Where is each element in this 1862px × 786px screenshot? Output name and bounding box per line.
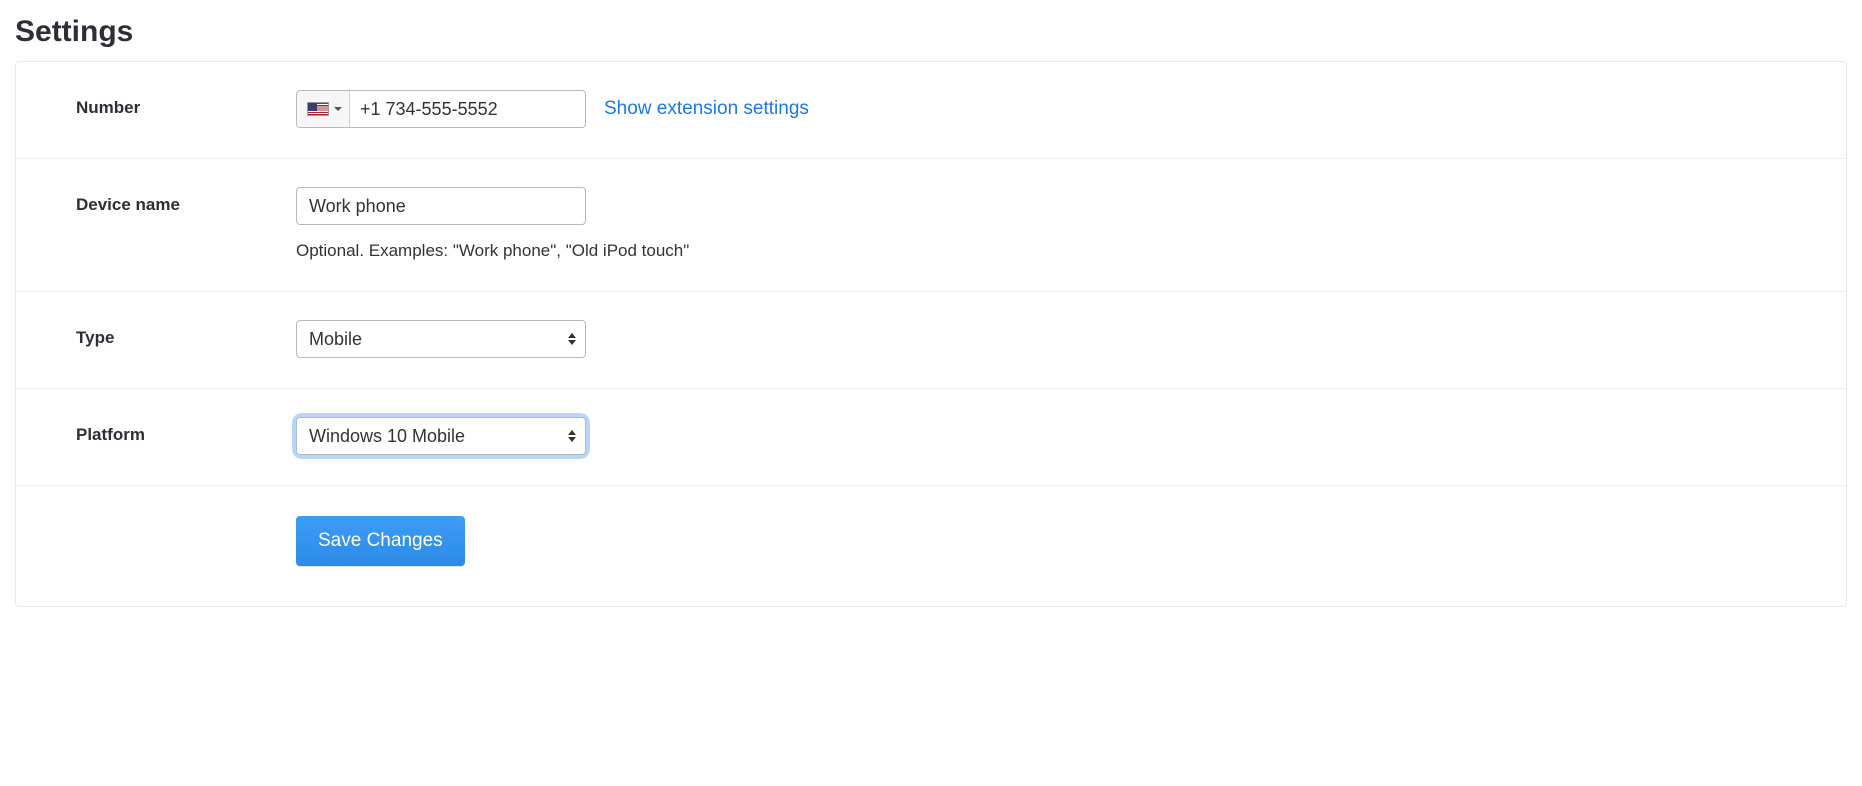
number-label: Number	[76, 90, 296, 118]
row-platform: Platform Windows 10 Mobile	[16, 389, 1846, 486]
device-name-label: Device name	[76, 187, 296, 215]
phone-field	[296, 90, 586, 128]
type-select-wrap: Mobile	[296, 320, 586, 358]
country-flag-dropdown[interactable]	[297, 91, 350, 127]
device-name-helper: Optional. Examples: "Work phone", "Old i…	[296, 241, 1786, 261]
caret-down-icon	[334, 107, 342, 111]
type-select[interactable]: Mobile	[296, 320, 586, 358]
phone-number-input[interactable]	[350, 91, 586, 127]
us-flag-icon	[307, 102, 329, 116]
platform-label: Platform	[76, 417, 296, 445]
row-device-name: Device name Optional. Examples: "Work ph…	[16, 159, 1846, 292]
platform-select[interactable]: Windows 10 Mobile	[296, 417, 586, 455]
save-changes-button[interactable]: Save Changes	[296, 516, 465, 566]
settings-panel: Number Show extension settings Device na…	[15, 61, 1847, 607]
row-number: Number Show extension settings	[16, 62, 1846, 159]
type-label: Type	[76, 320, 296, 348]
show-extension-settings-link[interactable]: Show extension settings	[604, 98, 809, 120]
row-actions: Save Changes	[16, 486, 1846, 606]
device-name-input[interactable]	[296, 187, 586, 225]
platform-select-wrap: Windows 10 Mobile	[296, 417, 586, 455]
page-title: Settings	[15, 15, 1847, 49]
row-type: Type Mobile	[16, 292, 1846, 389]
